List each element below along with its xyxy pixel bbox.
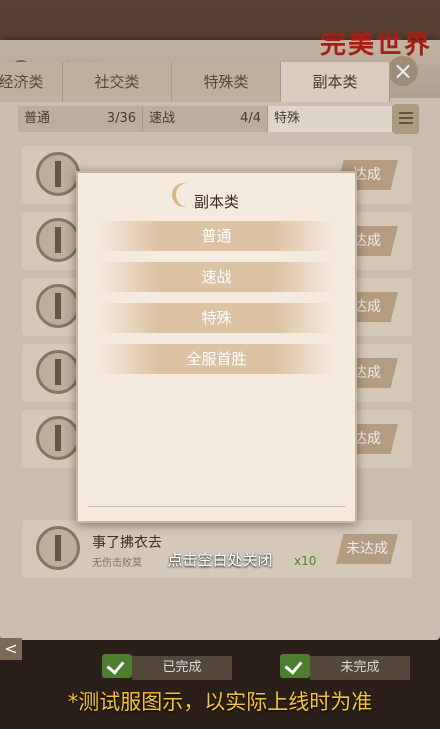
option-speed[interactable]: 速战 <box>100 262 333 292</box>
incomplete-filter[interactable]: 未完成 <box>310 656 410 680</box>
category-popup: 副本类 普通 速战 特殊 全服首胜 <box>76 171 357 523</box>
test-server-notice: *测试服图示，以实际上线时为准 <box>67 690 373 714</box>
close-hint: 点击空白处关闭 <box>167 551 273 569</box>
back-button[interactable]: < <box>0 638 22 660</box>
option-special[interactable]: 特殊 <box>100 303 333 333</box>
completed-checkbox[interactable] <box>102 654 132 678</box>
completed-filter[interactable]: 已完成 <box>132 656 232 680</box>
option-server-first[interactable]: 全服首胜 <box>100 344 333 374</box>
option-normal[interactable]: 普通 <box>100 221 333 251</box>
popup-title: 副本类 <box>193 193 239 211</box>
divider <box>88 506 345 507</box>
check-icon <box>284 656 303 675</box>
incomplete-checkbox[interactable] <box>280 654 310 678</box>
check-icon <box>106 656 125 675</box>
